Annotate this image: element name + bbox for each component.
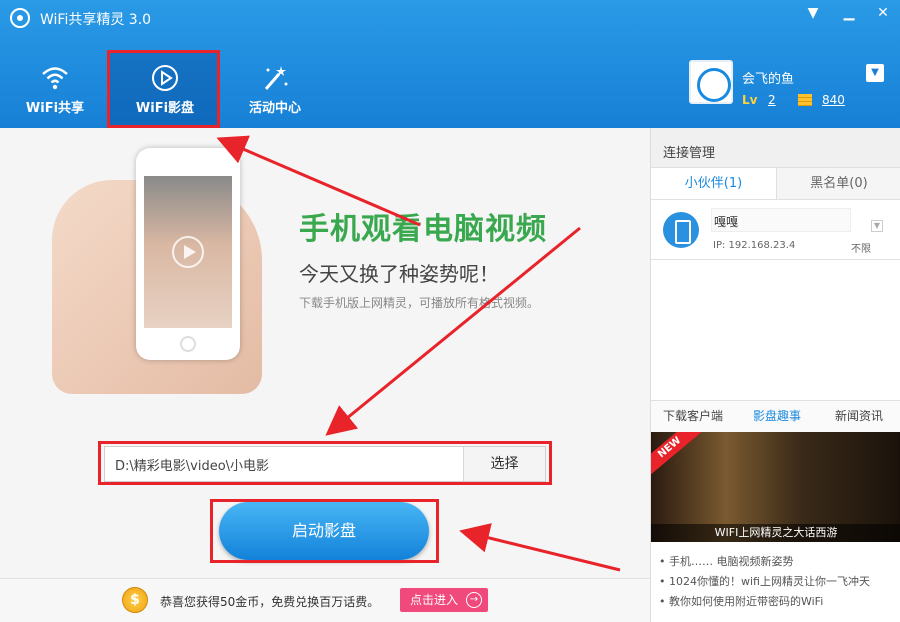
panel-title: 连接管理	[651, 128, 900, 168]
subheadline: 今天又换了种姿势呢！	[299, 262, 499, 286]
coin-icon: $	[122, 587, 148, 613]
list-item[interactable]: • 教你如何使用附近带密码的WiFi	[659, 592, 899, 612]
tab-wifi-disk[interactable]: WiFi影盘	[110, 52, 220, 128]
device-row[interactable]: 嘎嘎 IP: 192.168.23.4 不限 ▼	[651, 200, 900, 260]
phone-image	[136, 148, 240, 360]
news-list: • 手机…… 电脑视频新姿势 • 1024你懂的！wifi上网精灵让你一飞冲天 …	[659, 552, 899, 612]
tab-label: WiFi影盘	[135, 101, 195, 116]
list-item[interactable]: • 1024你懂的！wifi上网精灵让你一飞冲天	[659, 572, 899, 592]
connection-panel: 连接管理 小伙伴(1) 黑名单(0) 嘎嘎 IP: 192.168.23.4 不…	[650, 128, 900, 622]
level-icon: Lv	[742, 93, 758, 107]
tab-news[interactable]: 新闻资讯	[835, 401, 883, 431]
tab-label: WiFi共享	[25, 101, 85, 116]
tab-wifi-share[interactable]: WiFi共享	[0, 52, 110, 128]
bottom-bar: $ 恭喜您获得50金币，免费兑换百万话费。 点击进入 →	[0, 578, 650, 622]
promo-banner[interactable]: NEW WIFI上网精灵之大话西游	[651, 432, 900, 542]
header: WiFi共享精灵 3.0 ▼ ▁ ✕ WiFi共享 WiFi影盘 活动中心 会飞…	[0, 0, 900, 128]
banner-caption: WIFI上网精灵之大话西游	[651, 524, 900, 542]
phone-icon	[663, 212, 699, 248]
phone-screen	[144, 176, 232, 328]
news-tabs: 下载客户端 影盘趣事 新闻资讯	[651, 400, 900, 432]
tab-activity-center[interactable]: 活动中心	[220, 52, 330, 128]
user-name: 会飞的鱼	[742, 72, 795, 87]
home-button-icon	[180, 336, 196, 352]
device-speed-limit: 不限	[851, 244, 871, 255]
device-name: 嘎嘎	[711, 208, 851, 232]
tab-download-client[interactable]: 下载客户端	[663, 401, 723, 431]
arrow-right-icon: →	[466, 592, 482, 608]
user-level[interactable]: 2	[768, 93, 776, 107]
enter-button-label: 点击进入	[410, 593, 459, 607]
coins-icon	[798, 94, 812, 106]
path-input[interactable]	[105, 447, 463, 481]
tab-friends[interactable]: 小伙伴(1)	[651, 168, 776, 200]
list-item[interactable]: • 手机…… 电脑视频新姿势	[659, 552, 899, 572]
tab-label: 活动中心	[248, 101, 301, 116]
menu-button[interactable]: ▼	[802, 4, 824, 22]
play-circle-icon	[152, 65, 178, 91]
headline: 手机观看电脑视频	[299, 212, 547, 247]
tab-blacklist[interactable]: 黑名单(0)	[776, 168, 900, 200]
magic-wand-icon	[264, 66, 288, 90]
play-icon	[172, 236, 204, 268]
chevron-down-icon[interactable]: ▼	[871, 220, 883, 232]
minimize-button[interactable]: ▁	[838, 4, 860, 22]
promo-message: 恭喜您获得50金币，免费兑换百万话费。	[160, 595, 380, 609]
main-panel: 手机观看电脑视频 今天又换了种姿势呢！ 下载手机版上网精灵，可播放所有格式视频。…	[0, 128, 650, 578]
tab-disk-fun[interactable]: 影盘趣事	[753, 401, 801, 431]
title-bar: WiFi共享精灵 3.0 ▼ ▁ ✕	[0, 0, 900, 36]
new-badge: NEW	[651, 432, 702, 477]
device-ip: IP: 192.168.23.4	[713, 240, 796, 251]
close-button[interactable]: ✕	[872, 4, 894, 22]
description: 下载手机版上网精灵，可播放所有格式视频。	[299, 296, 540, 310]
user-dropdown-button[interactable]: ▼	[866, 64, 884, 82]
avatar[interactable]	[689, 60, 733, 104]
path-field: 选择	[104, 446, 546, 482]
enter-button[interactable]: 点击进入 →	[400, 588, 488, 612]
start-disk-button[interactable]: 启动影盘	[219, 502, 429, 560]
choose-button[interactable]: 选择	[463, 447, 545, 481]
wifi-icon	[42, 67, 68, 90]
phone-illustration	[52, 140, 262, 394]
app-logo-icon	[10, 8, 30, 28]
user-coins[interactable]: 840	[822, 93, 845, 107]
app-title: WiFi共享精灵 3.0	[40, 12, 152, 28]
